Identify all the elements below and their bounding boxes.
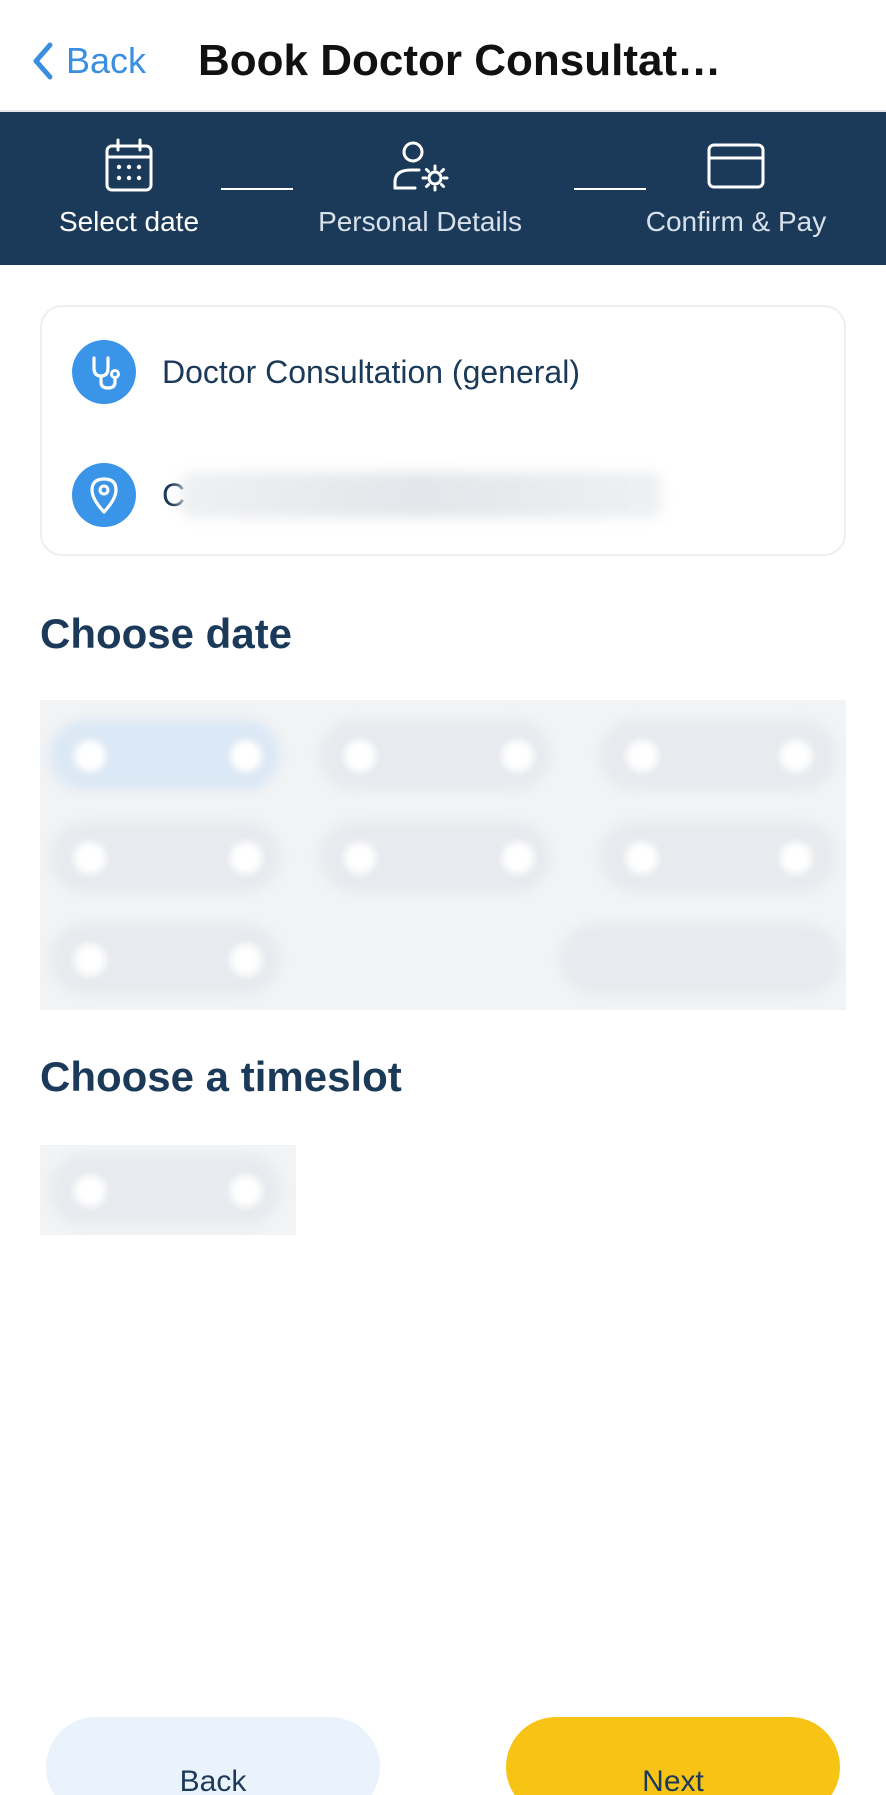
chip-decoration [230, 842, 262, 874]
date-grid [40, 700, 846, 1010]
header-back-button[interactable]: Back [30, 40, 146, 82]
step-connector [574, 188, 646, 190]
step-label: Select date [58, 206, 200, 237]
location-row: C [72, 463, 662, 527]
calendar-icon [104, 138, 154, 194]
booking-stepper: Select date Personal Details Confirm & P… [0, 112, 886, 265]
step-connector [221, 188, 293, 190]
stethoscope-icon [72, 340, 136, 404]
chip-decoration [780, 740, 812, 772]
chip-decoration [626, 842, 658, 874]
chip-decoration [502, 740, 534, 772]
chip-decoration [344, 740, 376, 772]
chip-decoration [230, 740, 262, 772]
step-label: Personal Details [318, 206, 522, 237]
chip-decoration [74, 842, 106, 874]
booking-info-card: Doctor Consultation (general) C [40, 305, 846, 556]
service-row: Doctor Consultation (general) [72, 340, 580, 404]
chip-decoration [74, 944, 106, 976]
credit-card-icon [707, 138, 765, 194]
header-back-label: Back [66, 40, 147, 81]
step-select-date[interactable]: Select date [58, 112, 200, 265]
user-settings-icon [389, 138, 451, 194]
choose-timeslot-heading: Choose a timeslot [40, 1053, 402, 1100]
location-pin-icon [72, 463, 136, 527]
chip-decoration [344, 842, 376, 874]
chip-decoration [626, 740, 658, 772]
choose-date-heading: Choose date [40, 610, 293, 657]
chip-decoration [230, 1175, 262, 1207]
back-button[interactable]: Back [46, 1717, 380, 1795]
chip-decoration [780, 842, 812, 874]
step-confirm-pay[interactable]: Confirm & Pay [640, 112, 832, 265]
page-title: Book Doctor Consultat… [198, 36, 722, 85]
next-button[interactable]: Next [506, 1717, 840, 1795]
chip-decoration [74, 1175, 106, 1207]
chip-decoration [502, 842, 534, 874]
step-personal-details[interactable]: Personal Details [312, 112, 528, 265]
service-name: Doctor Consultation (general) [162, 353, 580, 390]
location-name: C [162, 472, 662, 518]
top-header: Back Book Doctor Consultat… [0, 0, 886, 112]
location-redacted [181, 472, 662, 518]
chip-decoration [230, 944, 262, 976]
timeslot-list [40, 1145, 296, 1235]
calendar-option[interactable] [560, 924, 840, 994]
chevron-left-icon [33, 42, 53, 80]
step-label: Confirm & Pay [645, 206, 827, 237]
chip-decoration [74, 740, 106, 772]
